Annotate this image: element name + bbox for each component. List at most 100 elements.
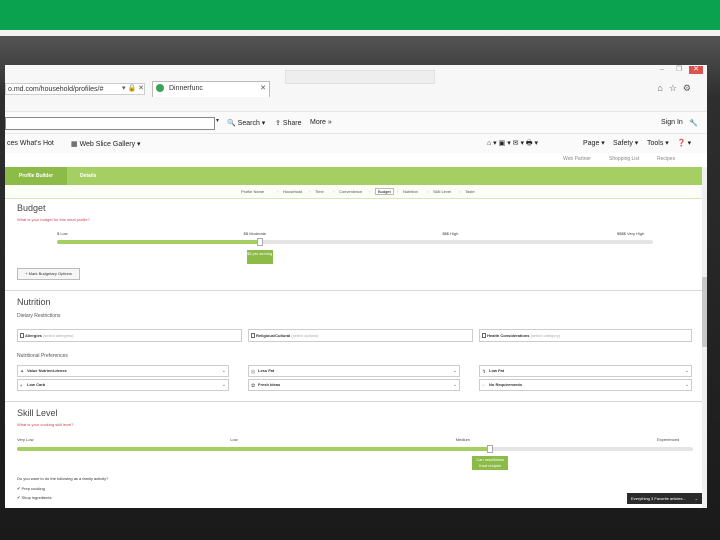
skill-tick-label: Very Low xyxy=(17,437,34,442)
preference-label: Low Carb xyxy=(27,382,46,387)
page-scrollbar[interactable] xyxy=(702,167,707,508)
shop-ingredients-check[interactable]: ✔ Shop ingredients xyxy=(17,495,52,500)
restore-icon[interactable]: ❐ xyxy=(672,66,686,74)
step-budget[interactable]: Budget xyxy=(375,188,394,195)
tab-profile-builder[interactable]: Profile Builder xyxy=(5,167,67,185)
preference-icon: ◎ xyxy=(251,369,256,375)
preference-label: Value Nutrient-dense xyxy=(27,368,67,373)
preference-icon: ✿ xyxy=(251,383,256,389)
prep-cooking-label: Prep cooking xyxy=(21,486,45,491)
health-considerations-checkbox[interactable]: Health Considerations (select category) xyxy=(479,329,692,342)
green-header-bar xyxy=(0,0,720,30)
family-activity-question: Do you want to do the following as a fam… xyxy=(17,476,109,481)
browser-address-row: – ❐ ✕ o.md.com/household/profiles/# ▾ 🔒 … xyxy=(5,65,707,111)
help-icon[interactable]: ❓ ▾ xyxy=(677,139,691,147)
skill-slider-handle[interactable] xyxy=(487,445,494,453)
wrench-icon[interactable]: 🔧 xyxy=(689,119,698,127)
step-convenience[interactable]: Convenience xyxy=(339,189,362,194)
chevron-down-icon[interactable]: ⌄ xyxy=(695,493,698,504)
preference-label: Fresh Ideas xyxy=(258,382,281,387)
recipes-link[interactable]: Recipes xyxy=(657,156,675,162)
search-dropdown-icon[interactable]: ▾ xyxy=(216,117,219,124)
checkbox-icon xyxy=(482,333,486,338)
home-star-gear-icons[interactable]: ⌂☆⚙ xyxy=(657,83,697,94)
chevron-down-icon[interactable]: ⌄ xyxy=(685,366,689,376)
address-icons[interactable]: ▾ 🔒 ✕ xyxy=(122,84,144,92)
favorite-label: Web Slice Gallery xyxy=(79,141,136,148)
safety-menu[interactable]: Safety ▾ xyxy=(613,139,638,147)
step-separator: › xyxy=(397,189,399,194)
allergies-checkbox[interactable]: Allergies (select allergens) xyxy=(17,329,242,342)
tab-close-icon[interactable]: ✕ xyxy=(260,82,266,96)
budget-slider-handle[interactable] xyxy=(256,238,263,246)
step-nutrition[interactable]: Nutrition xyxy=(403,189,418,194)
step-profile-name[interactable]: Profile Name xyxy=(241,189,264,194)
step-skill-level[interactable]: Skill Level xyxy=(433,189,451,194)
share-button[interactable]: ⇪ Share xyxy=(275,119,302,127)
step-time[interactable]: Time xyxy=(315,189,324,194)
toolbar-search-input[interactable] xyxy=(5,117,215,130)
step-taste[interactable]: Taste xyxy=(465,189,475,194)
minimize-icon[interactable]: – xyxy=(655,66,669,74)
preference-select[interactable]: ◎ Less Fat ⌄ xyxy=(248,365,460,377)
header-stripe xyxy=(0,30,720,36)
search-toolbar: ▾ 🔍 Search ▾ ⇪ Share More » Sign In 🔧 xyxy=(5,111,707,133)
toast-text: Everything 3 Favorite articles... xyxy=(631,496,686,501)
browser-tab[interactable]: Dinnerfunc ✕ xyxy=(152,81,270,97)
skill-level-subtitle: What is your cooking skill level? xyxy=(17,422,74,427)
chevron-down-icon[interactable]: ⌄ xyxy=(222,366,226,376)
skill-slider-fill xyxy=(17,447,491,451)
tools-menu[interactable]: Tools ▾ xyxy=(647,139,669,147)
scrollbar-thumb[interactable] xyxy=(702,277,707,347)
religious-cultural-hint: (select options) xyxy=(291,333,319,338)
mark-budgetary-options-button[interactable]: + Mark Budgetary Options xyxy=(17,268,80,280)
search-label: Search xyxy=(237,120,260,127)
chevron-down-icon[interactable]: ⌄ xyxy=(453,366,457,376)
favorite-whats-hot[interactable]: ces What's Hot xyxy=(7,140,54,147)
notification-toast[interactable]: Everything 3 Favorite articles... ⌄ xyxy=(627,493,702,504)
chevron-down-icon[interactable]: ⌄ xyxy=(222,380,226,390)
preference-select[interactable]: ↯ Low Fat ⌄ xyxy=(479,365,692,377)
allergies-label: Allergies xyxy=(25,333,42,338)
prep-cooking-check[interactable]: ✔ Prep cooking xyxy=(17,486,45,491)
app-header: Profile Builder Details xyxy=(5,167,707,185)
budget-divider xyxy=(5,290,707,291)
skill-tick-label: Experienced xyxy=(657,437,680,442)
share-label: Share xyxy=(282,120,302,127)
skill-tick-label: Medium xyxy=(455,437,470,442)
chevron-down-icon[interactable]: ⌄ xyxy=(685,380,689,390)
tab-title: Dinnerfunc xyxy=(169,85,203,92)
budget-tick-label: $$$ High xyxy=(442,231,459,236)
tab-details[interactable]: Details xyxy=(80,167,96,185)
religious-cultural-checkbox[interactable]: Religious/Cultural (select options) xyxy=(248,329,473,342)
step-household[interactable]: Household xyxy=(283,189,302,194)
browser-screenshot: – ❐ ✕ o.md.com/household/profiles/# ▾ 🔒 … xyxy=(5,65,707,508)
shopping-list-link[interactable]: Shopping List xyxy=(609,156,639,162)
preference-select[interactable]: ✦ Value Nutrient-dense ⌄ xyxy=(17,365,229,377)
command-icons[interactable]: ⌂ ▾ ▣ ▾ ✉ ▾ 🖶 ▾ xyxy=(487,139,538,150)
health-considerations-hint: (select category) xyxy=(530,333,561,338)
skill-level-title: Skill Level xyxy=(17,408,58,418)
address-text: o.md.com/household/profiles/# xyxy=(8,86,104,93)
step-separator: › xyxy=(369,189,371,194)
close-icon[interactable]: ✕ xyxy=(689,66,703,74)
chevron-down-icon[interactable]: ⌄ xyxy=(453,380,457,390)
budget-slider[interactable] xyxy=(57,238,653,246)
step-separator: › xyxy=(333,189,335,194)
search-button[interactable]: 🔍 Search ▾ xyxy=(227,119,265,127)
sign-in-link[interactable]: Sign In xyxy=(661,119,683,126)
preference-select[interactable]: ✿ Fresh Ideas ⌄ xyxy=(248,379,460,391)
preference-icon: ◌ xyxy=(482,383,485,389)
budget-tick-label: $$$$ Very High xyxy=(617,231,645,236)
web-partner-link[interactable]: Web Partner xyxy=(563,156,591,162)
budget-slider-fill xyxy=(57,240,260,244)
preference-label: Low Fat xyxy=(489,368,505,373)
preference-icon: ↯ xyxy=(482,369,487,375)
favorite-web-slice-gallery[interactable]: ▦ Web Slice Gallery ▾ xyxy=(71,140,141,148)
step-separator: › xyxy=(309,189,311,194)
more-button[interactable]: More » xyxy=(310,119,332,126)
page-menu[interactable]: Page ▾ xyxy=(583,139,605,147)
preference-select[interactable]: ◐ Low Carb ⌄ xyxy=(17,379,229,391)
skill-slider[interactable] xyxy=(17,445,693,453)
preference-select[interactable]: ◌ No Requirements ⌄ xyxy=(479,379,692,391)
